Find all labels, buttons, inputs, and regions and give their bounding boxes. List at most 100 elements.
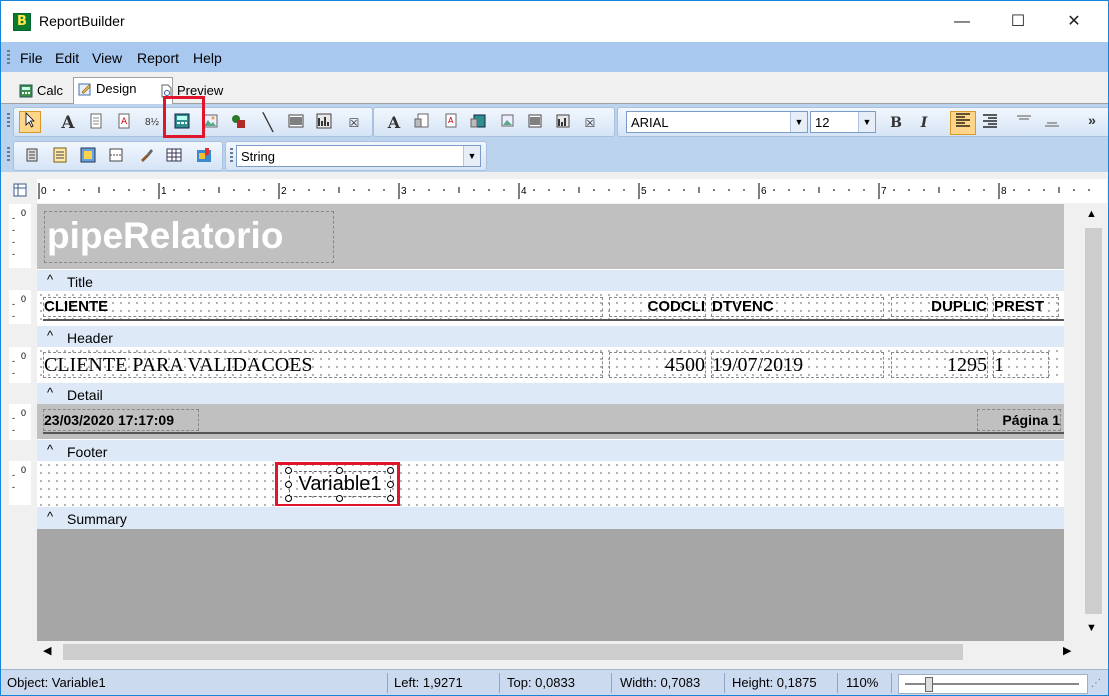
italic-button[interactable]: I xyxy=(914,113,934,133)
scroll-thumb[interactable] xyxy=(63,644,963,660)
band-footer[interactable]: 23/03/2020 17:17:09 Página 1 xyxy=(37,404,1064,439)
ruler-units-icon[interactable] xyxy=(13,183,27,197)
scroll-thumb[interactable] xyxy=(1085,228,1102,614)
column-prest[interactable]: PREST xyxy=(993,297,1059,317)
scroll-left-icon[interactable]: ◀ xyxy=(43,644,51,657)
band-header[interactable]: CLIENTE CODCLI DTVENC DUPLIC PREST xyxy=(37,291,1064,325)
band-label-summary[interactable]: ^ Summary xyxy=(37,506,1064,529)
status-height: Height: 0,1875 xyxy=(732,675,817,690)
scroll-right-icon[interactable]: ▶ xyxy=(1063,644,1071,657)
dbtext-tool-icon[interactable]: A xyxy=(384,113,404,133)
map-tool-icon[interactable] xyxy=(194,147,214,167)
bold-button[interactable]: B xyxy=(886,113,906,133)
footer-datetime[interactable]: 23/03/2020 17:17:09 xyxy=(43,409,199,431)
band-title[interactable]: pipeRelatorio xyxy=(37,204,1064,269)
band-summary-label: Summary xyxy=(67,511,127,527)
collapse-caret-icon[interactable]: ^ xyxy=(47,272,53,287)
band-label-detail[interactable]: ^ Detail xyxy=(37,382,1064,405)
line-tool-icon[interactable]: ╲ xyxy=(258,113,278,133)
horizontal-scrollbar[interactable]: ◀ ▶ xyxy=(37,641,1082,663)
chevron-down-icon[interactable]: ▼ xyxy=(790,112,807,132)
font-name-select[interactable]: ARIAL ▼ xyxy=(626,111,808,133)
align-bottom-button[interactable] xyxy=(1042,113,1062,133)
calc-tool-icon[interactable]: 8½ xyxy=(142,113,162,133)
band-detail[interactable]: CLIENTE PARA VALIDACOES 4500 19/07/2019 … xyxy=(37,347,1064,382)
table-tool-icon[interactable] xyxy=(164,147,184,167)
vertical-scrollbar[interactable]: ▲ ▼ xyxy=(1082,204,1106,641)
menu-view[interactable]: View xyxy=(92,50,122,66)
column-codcli[interactable]: CODCLI xyxy=(609,297,706,317)
collapse-caret-icon[interactable]: ^ xyxy=(47,442,53,457)
highlight-variable1 xyxy=(275,462,400,507)
menu-edit[interactable]: Edit xyxy=(55,50,79,66)
dbimage-tool-icon[interactable] xyxy=(496,113,516,133)
zoom-thumb[interactable] xyxy=(925,677,933,692)
status-divider xyxy=(387,673,388,693)
data-type-select[interactable]: String ▼ xyxy=(236,145,481,167)
chevron-down-icon[interactable]: ▼ xyxy=(463,146,480,166)
band-label-footer[interactable]: ^ Footer xyxy=(37,439,1064,462)
band-label-title[interactable]: ^ Title xyxy=(37,269,1064,292)
select-pointer-icon[interactable] xyxy=(19,111,41,133)
close-button[interactable]: ✕ xyxy=(1051,1,1097,42)
crosstab-tool-icon[interactable] xyxy=(78,147,98,167)
band-label-header[interactable]: ^ Header xyxy=(37,325,1064,348)
memo-tool-icon[interactable] xyxy=(86,113,106,133)
align-left-button[interactable] xyxy=(950,111,976,135)
footer-page-number[interactable]: Página 1 xyxy=(977,409,1061,431)
dbbarcode-tool-icon[interactable] xyxy=(524,113,544,133)
collapse-caret-icon[interactable]: ^ xyxy=(47,328,53,343)
collapse-caret-icon[interactable]: ^ xyxy=(47,385,53,400)
chevron-down-icon[interactable]: ▼ xyxy=(858,112,875,132)
dbmemo-tool-icon[interactable] xyxy=(412,113,432,133)
shape-tool-icon[interactable] xyxy=(228,113,248,133)
subreport-tool-icon[interactable] xyxy=(50,147,70,167)
menu-grip[interactable] xyxy=(7,50,10,64)
region-tool-icon[interactable] xyxy=(22,147,42,167)
scroll-down-icon[interactable]: ▼ xyxy=(1086,622,1097,634)
toolbar-overflow-button[interactable]: » xyxy=(1082,110,1102,130)
report-title-label[interactable]: pipeRelatorio xyxy=(44,211,334,263)
resize-grip-icon[interactable]: ⋰ xyxy=(1091,678,1101,689)
barcode-tool-icon[interactable] xyxy=(286,113,306,133)
checkbox-tool-icon[interactable]: ☒ xyxy=(344,113,364,133)
design-pencil-icon xyxy=(78,83,91,96)
toolbar-grip[interactable] xyxy=(7,147,10,163)
font-name-value: ARIAL xyxy=(631,115,669,130)
align-top-button[interactable] xyxy=(1014,113,1034,133)
dbchart-tool-icon[interactable] xyxy=(552,113,572,133)
label-tool-icon[interactable]: A xyxy=(58,113,78,133)
zoom-slider[interactable] xyxy=(898,674,1088,694)
detail-duplic[interactable]: 1295 xyxy=(891,352,988,378)
status-zoom: 110% xyxy=(846,675,879,690)
detail-dtvenc[interactable]: 19/07/2019 xyxy=(711,352,884,378)
dbcheckbox-tool-icon[interactable]: ☒ xyxy=(580,113,600,133)
align-right-button[interactable] xyxy=(980,113,1000,133)
maximize-button[interactable]: ☐ xyxy=(995,1,1041,42)
chart-tool-icon[interactable] xyxy=(314,113,334,133)
pagebreak-tool-icon[interactable] xyxy=(106,147,126,167)
dbrichtext-tool-icon[interactable]: A xyxy=(440,113,460,133)
minimize-button[interactable]: — xyxy=(939,1,985,42)
toolbar-grip[interactable] xyxy=(230,148,233,164)
menu-file[interactable]: File xyxy=(20,50,43,66)
menu-report[interactable]: Report xyxy=(137,50,179,66)
dbcalc-tool-icon[interactable] xyxy=(468,113,488,133)
column-cliente[interactable]: CLIENTE xyxy=(43,297,603,317)
scroll-up-icon[interactable]: ▲ xyxy=(1086,208,1097,220)
paint-tool-icon[interactable] xyxy=(136,147,156,167)
detail-cliente[interactable]: CLIENTE PARA VALIDACOES xyxy=(43,352,603,378)
toolbar-grip[interactable] xyxy=(7,113,10,129)
detail-codcli[interactable]: 4500 xyxy=(609,352,706,378)
design-workspace: 0 1 2 3 4 5 6 7 8 0---- 0-- 0-- 0-- 0-- … xyxy=(1,173,1108,667)
band-summary[interactable]: Variable1 xyxy=(37,461,1064,507)
status-divider xyxy=(891,673,892,693)
richtext-tool-icon[interactable]: A xyxy=(114,113,134,133)
collapse-caret-icon[interactable]: ^ xyxy=(47,509,53,524)
font-size-select[interactable]: 12 ▼ xyxy=(810,111,876,133)
column-dtvenc[interactable]: DTVENC xyxy=(711,297,884,317)
column-duplic[interactable]: DUPLIC xyxy=(891,297,988,317)
menu-help[interactable]: Help xyxy=(193,50,222,66)
status-object: Object: Variable1 xyxy=(7,675,106,690)
detail-prest[interactable]: 1 xyxy=(993,352,1049,378)
